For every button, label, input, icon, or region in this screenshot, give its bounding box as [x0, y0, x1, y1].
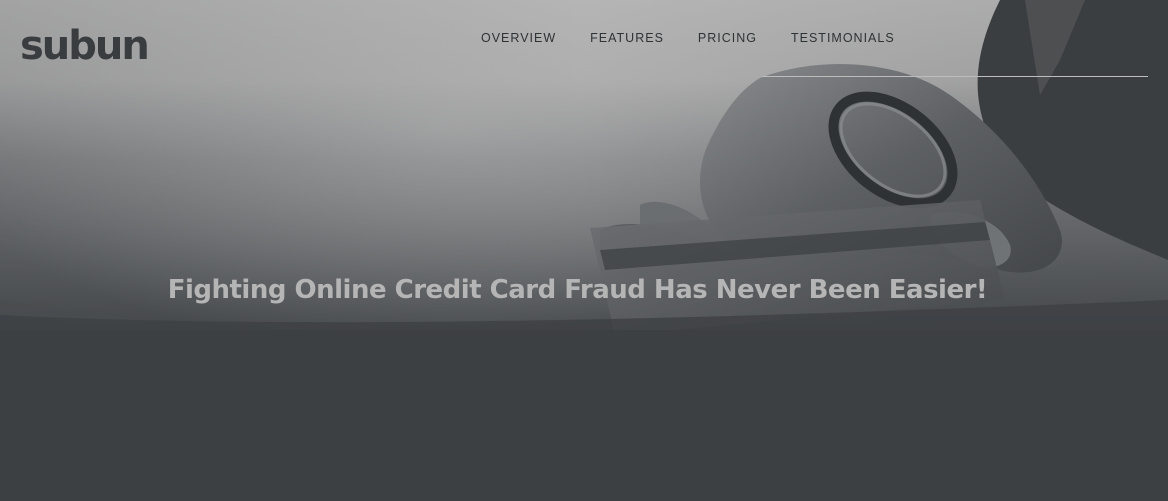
- top-navbar: subun OVERVIEW FEATURES PRICING TESTIMON…: [0, 0, 1168, 78]
- brand-logo[interactable]: subun: [20, 22, 150, 70]
- nav-divider: [762, 76, 1148, 77]
- nav-link-pricing[interactable]: PRICING: [698, 30, 757, 46]
- nav-link-testimonials[interactable]: TESTIMONIALS: [791, 30, 895, 46]
- hero-headline: Fighting Online Credit Card Fraud Has Ne…: [167, 275, 988, 305]
- main-nav: OVERVIEW FEATURES PRICING TESTIMONIALS: [481, 30, 895, 46]
- nav-link-overview[interactable]: OVERVIEW: [481, 30, 556, 46]
- nav-link-features[interactable]: FEATURES: [590, 30, 664, 46]
- hero-section: subun OVERVIEW FEATURES PRICING TESTIMON…: [0, 0, 1168, 501]
